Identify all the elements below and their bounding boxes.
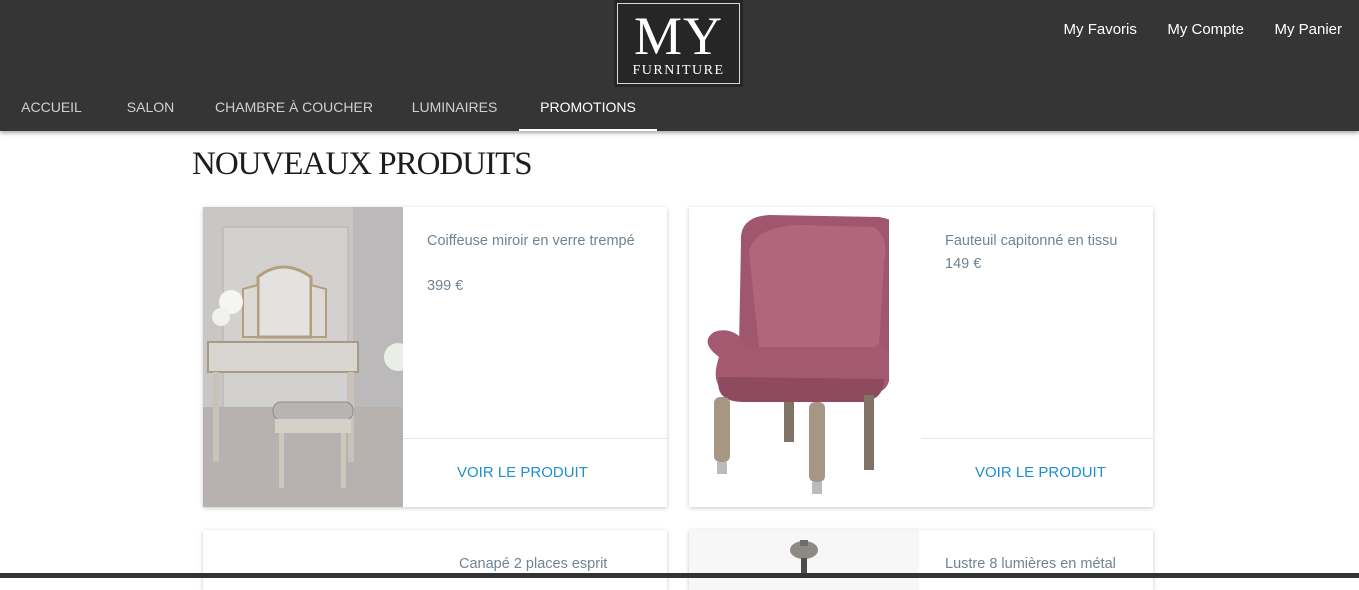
nav-item-luminaires[interactable]: LUMINAIRES: [390, 87, 519, 131]
site-logo[interactable]: MY FURNITURE: [614, 0, 743, 87]
account-link[interactable]: My Compte: [1167, 21, 1244, 38]
nav-item-salon[interactable]: SALON: [103, 87, 198, 131]
page-bottom-edge: [0, 573, 1359, 578]
cart-link[interactable]: My Panier: [1274, 21, 1342, 38]
product-image[interactable]: [203, 530, 403, 590]
product-price: 399 €: [427, 278, 464, 294]
logo-main-text: MY: [633, 6, 723, 66]
nav-item-accueil[interactable]: ACCUEIL: [0, 87, 103, 131]
card-divider: [921, 438, 1153, 439]
product-name[interactable]: Coiffeuse miroir en verre trempé: [427, 230, 637, 253]
nav-item-promotions[interactable]: PROMOTIONS: [519, 87, 657, 131]
product-card: Lustre 8 lumières en métal: [689, 530, 1153, 590]
view-product-link[interactable]: VOIR LE PRODUIT: [457, 464, 588, 481]
product-card: Canapé 2 places esprit: [203, 530, 667, 590]
section-title: NOUVEAUX PRODUITS: [192, 146, 533, 182]
product-image[interactable]: [689, 530, 919, 590]
product-image[interactable]: [203, 207, 403, 507]
account-links: My Favoris My Compte My Panier: [1038, 21, 1342, 39]
product-card: Coiffeuse miroir en verre trempé 399 € V…: [203, 207, 667, 507]
product-image[interactable]: [689, 207, 889, 507]
logo-sub-text: FURNITURE: [632, 63, 725, 78]
logo-frame: MY FURNITURE: [617, 3, 740, 84]
favorites-link[interactable]: My Favoris: [1064, 21, 1137, 38]
view-product-link[interactable]: VOIR LE PRODUIT: [975, 464, 1106, 481]
product-price: 149 €: [945, 256, 982, 272]
card-divider: [403, 438, 667, 439]
nav-item-chambre[interactable]: CHAMBRE À COUCHER: [198, 87, 390, 131]
product-card: Fauteuil capitonné en tissu 149 € VOIR L…: [689, 207, 1153, 507]
product-name[interactable]: Fauteuil capitonné en tissu: [945, 230, 1145, 253]
site-header: MY FURNITURE My Favoris My Compte My Pan…: [0, 0, 1359, 131]
